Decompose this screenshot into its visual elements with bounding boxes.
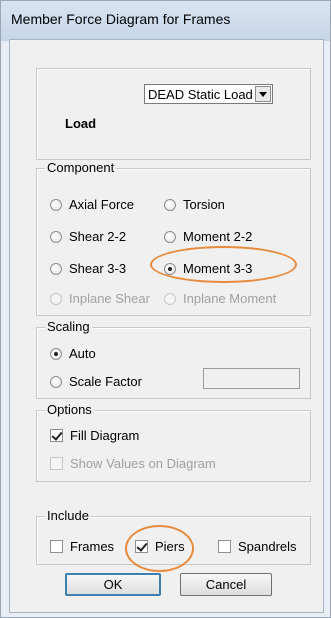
load-selected-value: DEAD Static Load <box>148 87 253 102</box>
checkbox-fill-diagram-label: Fill Diagram <box>70 428 140 443</box>
checkbox-spandrels-control[interactable] <box>218 540 231 553</box>
radio-torsion[interactable]: Torsion <box>164 197 225 212</box>
ok-button[interactable]: OK <box>65 573 161 596</box>
scaling-legend: Scaling <box>45 319 92 334</box>
radio-inplane-shear-control <box>50 292 62 305</box>
radio-auto[interactable]: Auto <box>50 346 96 361</box>
checkbox-piers-label: Piers <box>155 539 185 554</box>
chevron-down-icon[interactable] <box>255 86 271 102</box>
radio-moment-3-3-control[interactable] <box>164 262 176 275</box>
cancel-button[interactable]: Cancel <box>180 573 272 596</box>
radio-auto-label: Auto <box>69 346 96 361</box>
checkbox-spandrels-label: Spandrels <box>238 539 297 554</box>
radio-axial-force-control[interactable] <box>50 198 62 211</box>
options-legend: Options <box>45 402 94 417</box>
checkbox-frames[interactable]: Frames <box>50 539 114 554</box>
radio-inplane-moment-control <box>164 292 176 305</box>
radio-moment-3-3[interactable]: Moment 3-3 <box>164 261 252 276</box>
radio-shear-3-3-control[interactable] <box>50 262 62 275</box>
checkbox-piers-control[interactable] <box>135 540 148 553</box>
scale-factor-input[interactable] <box>203 368 300 389</box>
load-label: Load <box>65 116 97 131</box>
checkbox-frames-control[interactable] <box>50 540 63 553</box>
checkbox-piers[interactable]: Piers <box>135 539 185 554</box>
radio-axial-force[interactable]: Axial Force <box>50 197 134 212</box>
checkbox-frames-label: Frames <box>70 539 115 554</box>
radio-shear-2-2-control[interactable] <box>50 230 62 243</box>
radio-torsion-label: Torsion <box>183 197 225 212</box>
load-dropdown[interactable]: DEAD Static Load <box>144 84 273 104</box>
checkbox-show-values-label: Show Values on Diagram <box>70 456 216 471</box>
checkbox-show-values: Show Values on Diagram <box>50 456 216 471</box>
radio-shear-2-2[interactable]: Shear 2-2 <box>50 229 126 244</box>
component-group: Component Axial Force Torsion Shear 2-2 … <box>36 160 311 316</box>
radio-moment-2-2-label: Moment 2-2 <box>183 229 253 244</box>
checkbox-fill-diagram-control[interactable] <box>50 429 63 442</box>
checkbox-fill-diagram[interactable]: Fill Diagram <box>50 428 139 443</box>
include-legend: Include <box>45 508 91 523</box>
component-legend: Component <box>45 160 117 175</box>
load-group: Load <box>36 68 311 160</box>
checkbox-show-values-control <box>50 457 63 470</box>
radio-shear-3-3-label: Shear 3-3 <box>69 261 127 276</box>
radio-moment-2-2-control[interactable] <box>164 230 176 243</box>
radio-inplane-moment-label: Inplane Moment <box>183 291 277 306</box>
radio-moment-2-2[interactable]: Moment 2-2 <box>164 229 252 244</box>
radio-moment-3-3-label: Moment 3-3 <box>183 261 253 276</box>
radio-inplane-moment: Inplane Moment <box>164 291 276 306</box>
radio-scale-factor-label: Scale Factor <box>69 374 142 389</box>
title-bar[interactable]: Member Force Diagram for Frames <box>1 1 330 41</box>
radio-scale-factor[interactable]: Scale Factor <box>50 374 142 389</box>
radio-scale-factor-control[interactable] <box>50 375 62 388</box>
member-force-dialog: Member Force Diagram for Frames Load DEA… <box>0 0 331 618</box>
radio-shear-2-2-label: Shear 2-2 <box>69 229 127 244</box>
options-group: Options Fill Diagram Show Values on Diag… <box>36 402 311 482</box>
radio-inplane-shear-label: Inplane Shear <box>69 291 150 306</box>
radio-auto-control[interactable] <box>50 347 62 360</box>
scaling-group: Scaling Auto Scale Factor <box>36 319 311 399</box>
radio-shear-3-3[interactable]: Shear 3-3 <box>50 261 126 276</box>
window-title: Member Force Diagram for Frames <box>11 11 231 27</box>
dialog-body: Load DEAD Static Load Component Axial Fo… <box>9 39 324 613</box>
radio-torsion-control[interactable] <box>164 198 176 211</box>
include-group: Include Frames Piers Spandrels <box>36 508 311 565</box>
checkbox-spandrels[interactable]: Spandrels <box>218 539 297 554</box>
radio-axial-force-label: Axial Force <box>69 197 135 212</box>
radio-inplane-shear: Inplane Shear <box>50 291 150 306</box>
